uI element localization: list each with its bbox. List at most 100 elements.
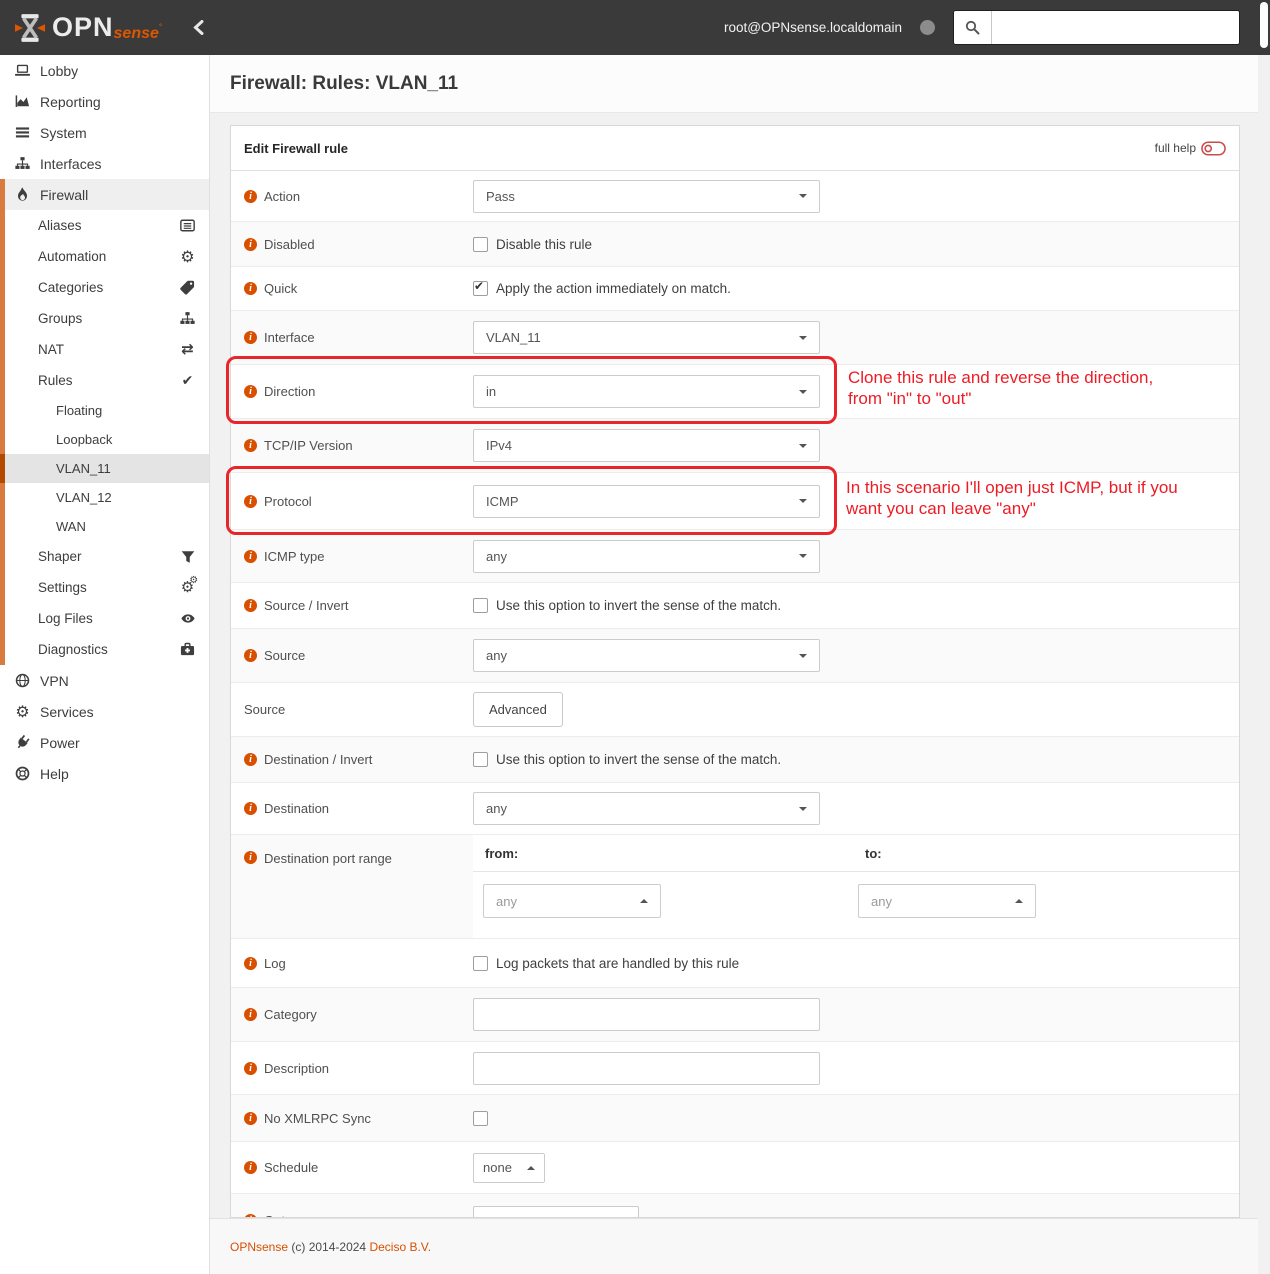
port-to-label: to: [865, 846, 882, 861]
description-label: Description [264, 1061, 329, 1076]
footer-deciso-link[interactable]: Deciso B.V. [369, 1240, 431, 1254]
sidebar-item-power[interactable]: Power [0, 727, 209, 758]
sidebar-item-system[interactable]: System [0, 117, 209, 148]
sidebar-item-log-files[interactable]: Log Files [0, 603, 209, 634]
sidebar-item-vpn[interactable]: VPN [0, 665, 209, 696]
sidebar-collapse-button[interactable] [193, 20, 204, 35]
form-row-interface: i Interface VLAN_11 [231, 310, 1239, 364]
info-icon[interactable]: i [244, 385, 257, 398]
action-select-value: Pass [486, 189, 515, 204]
source-select[interactable]: any [473, 639, 820, 672]
footer-opnsense-link[interactable]: OPNsense [230, 1240, 288, 1254]
action-label: Action [264, 189, 300, 204]
info-icon[interactable]: i [244, 957, 257, 970]
listalt-icon [179, 218, 196, 233]
brand-text-secondary: sense [114, 26, 159, 42]
info-icon[interactable]: i [244, 331, 257, 344]
srcinvert-checkbox-label: Use this option to invert the sense of t… [496, 598, 781, 613]
interface-select[interactable]: VLAN_11 [473, 321, 820, 354]
sidebar-item-floating[interactable]: Floating [0, 396, 209, 425]
log-checkbox[interactable] [473, 956, 488, 971]
sitemap-icon [14, 156, 31, 171]
info-icon[interactable]: i [244, 238, 257, 251]
info-icon[interactable]: i [244, 1161, 257, 1174]
info-icon[interactable]: i [244, 1112, 257, 1125]
noxmlrpc-checkbox[interactable] [473, 1111, 488, 1126]
sidebar-item-aliases[interactable]: Aliases [0, 210, 209, 241]
info-icon[interactable]: i [244, 649, 257, 662]
disabled-checkbox[interactable] [473, 237, 488, 252]
form-row-sourceadv: SourceAdvanced [231, 682, 1239, 736]
tcpip-select[interactable]: IPv4 [473, 429, 820, 462]
protocol-select[interactable]: ICMP [473, 485, 820, 518]
sidebar-item-label: Floating [56, 403, 102, 418]
toggle-off-icon [1201, 141, 1226, 156]
cog-icon: ⚙ [179, 249, 196, 265]
sourceadv-button[interactable]: Advanced [473, 692, 563, 727]
sidebar-item-loopback[interactable]: Loopback [0, 425, 209, 454]
edit-firewall-rule-panel: Edit Firewall rule full help iActionPass… [230, 125, 1240, 1218]
firewall-rule-form: iActionPassiDisabledDisable this ruleiQu… [231, 171, 1239, 1218]
info-icon[interactable]: i [244, 1008, 257, 1021]
info-icon[interactable]: i [244, 802, 257, 815]
sidebar-item-groups[interactable]: Groups [0, 303, 209, 334]
sidebar-item-interfaces[interactable]: Interfaces [0, 148, 209, 179]
filter-icon [179, 550, 196, 564]
icmptype-select[interactable]: any [473, 540, 820, 573]
info-icon[interactable]: i [244, 495, 257, 508]
info-icon[interactable]: i [244, 753, 257, 766]
srcinvert-checkbox[interactable] [473, 598, 488, 613]
sidebar-item-automation[interactable]: Automation⚙ [0, 241, 209, 272]
sidebar-item-firewall[interactable]: Firewall [0, 179, 209, 210]
page-scrollbar[interactable] [1258, 0, 1270, 1274]
sidebar-item-label: Lobby [40, 63, 78, 79]
info-icon[interactable]: i [244, 550, 257, 563]
sidebar-item-label: Help [40, 766, 69, 782]
sidebar-item-reporting[interactable]: Reporting [0, 86, 209, 117]
sidebar-item-nat[interactable]: NAT⇄ [0, 334, 209, 365]
category-input[interactable] [473, 998, 820, 1031]
info-icon[interactable]: i [244, 439, 257, 452]
scrollbar-thumb[interactable] [1260, 2, 1268, 48]
sidebar-item-vlan-11[interactable]: VLAN_11 [0, 454, 209, 483]
chevron-left-icon [193, 20, 204, 35]
sitemap-icon [179, 311, 196, 326]
title-strip: Firewall: Rules: VLAN_11 [210, 55, 1258, 113]
dstinvert-checkbox[interactable] [473, 752, 488, 767]
sidebar-item-help[interactable]: Help [0, 758, 209, 789]
icmptype-label: ICMP type [264, 549, 324, 564]
gateway-select[interactable]: default [473, 1206, 639, 1218]
sidebar-item-vlan-12[interactable]: VLAN_12 [0, 483, 209, 512]
interface-label: Interface [264, 330, 315, 345]
sidebar-item-shaper[interactable]: Shaper [0, 541, 209, 572]
sidebar-item-diagnostics[interactable]: Diagnostics [0, 634, 209, 665]
destination-select[interactable]: any [473, 792, 820, 825]
opnsense-logo[interactable]: OPNsense° [15, 13, 163, 43]
icmptype-select-value: any [486, 549, 507, 564]
search-input[interactable] [992, 11, 1239, 44]
schedule-select-value: none [483, 1160, 512, 1175]
sidebar-item-rules[interactable]: Rules✔ [0, 365, 209, 396]
sidebar-item-wan[interactable]: WAN [0, 512, 209, 541]
direction-select[interactable]: in [473, 375, 820, 408]
sidebar-item-categories[interactable]: Categories [0, 272, 209, 303]
sidebar-item-label: VLAN_11 [56, 461, 111, 476]
action-select[interactable]: Pass [473, 180, 820, 213]
destination-select-value: any [486, 801, 507, 816]
info-icon[interactable]: i [244, 851, 257, 864]
info-icon[interactable]: i [244, 190, 257, 203]
port-from-select[interactable]: any [483, 884, 661, 918]
medkit-icon [179, 642, 196, 657]
info-icon[interactable]: i [244, 1062, 257, 1075]
schedule-select[interactable]: none [473, 1153, 545, 1183]
quick-checkbox[interactable] [473, 281, 488, 296]
info-icon[interactable]: i [244, 282, 257, 295]
sidebar-item-settings[interactable]: Settings⚙⚙ [0, 572, 209, 603]
info-icon[interactable]: i [244, 599, 257, 612]
sidebar-item-lobby[interactable]: Lobby [0, 55, 209, 86]
description-input[interactable] [473, 1052, 820, 1085]
sidebar-item-services[interactable]: ⚙Services [0, 696, 209, 727]
status-indicator-dot [920, 20, 935, 35]
full-help-toggle[interactable]: full help [1155, 141, 1226, 156]
port-to-select[interactable]: any [858, 884, 1036, 918]
